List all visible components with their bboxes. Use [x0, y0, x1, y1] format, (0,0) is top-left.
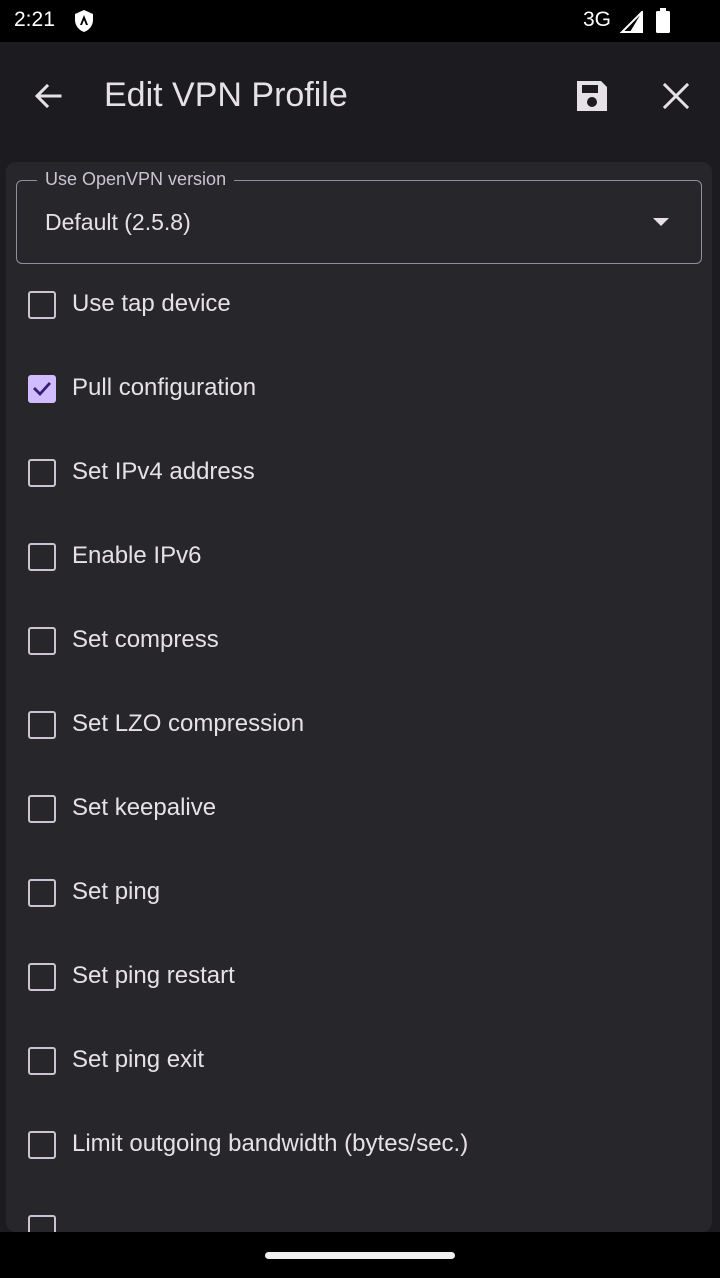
option-label: Set keepalive	[72, 794, 217, 821]
option-partially-visible[interactable]	[6, 1200, 712, 1232]
option-set-lzo-compression[interactable]: Set LZO compression	[6, 696, 712, 756]
option-use-tap-device[interactable]: Use tap device	[6, 276, 712, 336]
option-label: Set ping	[72, 878, 161, 905]
settings-content: Use OpenVPN version Default (2.5.8) Use …	[6, 162, 712, 1232]
signal-icon	[619, 9, 644, 33]
option-set-keepalive[interactable]: Set keepalive	[6, 780, 712, 840]
screen: 2:21 3G Edit VPN Profile Use OpenVPN ver…	[0, 0, 720, 1278]
option-set-ping-exit[interactable]: Set ping exit	[6, 1032, 712, 1092]
option-limit-outgoing-bandwidth[interactable]: Limit outgoing bandwidth (bytes/sec.)	[6, 1116, 712, 1176]
save-icon	[574, 78, 610, 119]
option-set-ipv4-address[interactable]: Set IPv4 address	[6, 444, 712, 504]
checkbox[interactable]	[28, 627, 56, 655]
option-label: Set ping restart	[72, 962, 235, 989]
status-time: 2:21	[14, 8, 55, 31]
checkbox[interactable]	[28, 963, 56, 991]
openvpn-version-dropdown[interactable]: Use OpenVPN version Default (2.5.8)	[16, 169, 702, 264]
option-set-compress[interactable]: Set compress	[6, 612, 712, 672]
checkbox[interactable]	[28, 795, 56, 823]
page-title: Edit VPN Profile	[104, 76, 348, 114]
arrow-back-icon	[32, 80, 64, 117]
option-pull-configuration[interactable]: Pull configuration	[6, 360, 712, 420]
option-label: Set ping exit	[72, 1046, 205, 1073]
app-bar: Edit VPN Profile	[0, 42, 720, 160]
save-button[interactable]	[568, 74, 616, 122]
network-type: 3G	[583, 8, 612, 31]
checkbox[interactable]	[28, 1047, 56, 1075]
status-bar: 2:21 3G	[0, 0, 720, 42]
home-indicator[interactable]	[265, 1252, 455, 1259]
option-label: Enable IPv6	[72, 542, 202, 569]
checkbox[interactable]	[28, 1131, 56, 1159]
option-label: Set compress	[72, 626, 219, 653]
checkbox[interactable]	[28, 543, 56, 571]
dropdown-arrow-icon	[653, 218, 669, 226]
checkbox[interactable]	[28, 459, 56, 487]
option-label: Limit outgoing bandwidth (bytes/sec.)	[72, 1130, 469, 1157]
close-icon	[662, 82, 690, 115]
checkbox-checked[interactable]	[28, 375, 56, 403]
option-label: Set LZO compression	[72, 710, 305, 737]
checkbox[interactable]	[28, 711, 56, 739]
navigation-bar	[0, 1232, 720, 1278]
shield-icon	[73, 9, 95, 33]
checkbox[interactable]	[28, 1215, 56, 1232]
option-set-ping[interactable]: Set ping	[6, 864, 712, 924]
back-button[interactable]	[24, 74, 72, 122]
option-enable-ipv6[interactable]: Enable IPv6	[6, 528, 712, 588]
option-label: Use tap device	[72, 290, 231, 317]
option-set-ping-restart[interactable]: Set ping restart	[6, 948, 712, 1008]
battery-icon	[655, 8, 671, 34]
checkbox[interactable]	[28, 291, 56, 319]
checkbox[interactable]	[28, 879, 56, 907]
close-button[interactable]	[652, 74, 700, 122]
option-label: Pull configuration	[72, 374, 257, 401]
version-field-value: Default (2.5.8)	[45, 209, 191, 235]
option-label: Set IPv4 address	[72, 458, 255, 485]
version-field-label: Use OpenVPN version	[37, 169, 235, 190]
